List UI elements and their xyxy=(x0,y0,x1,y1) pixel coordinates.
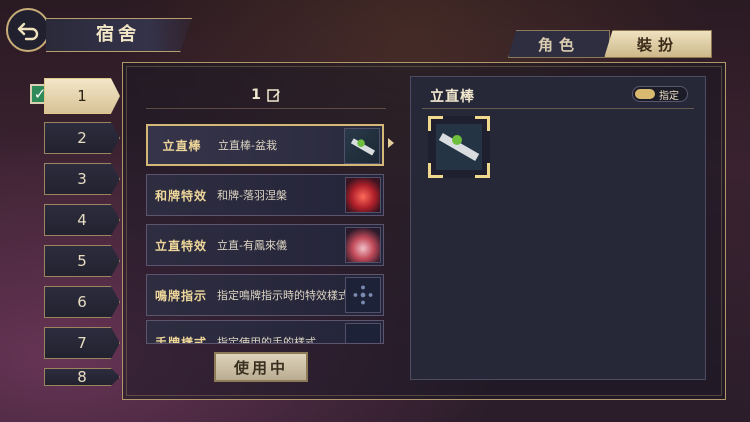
item-name: 和牌-落羽涅槃 xyxy=(217,189,287,202)
item-category: 手牌樣式 xyxy=(154,335,207,344)
slot-4-button[interactable]: 4 xyxy=(44,204,120,236)
riichi-effect-phoenix-icon xyxy=(345,227,381,263)
slot-3-button[interactable]: 3 xyxy=(44,163,120,195)
item-name: 指定使用的手的樣式 xyxy=(217,336,316,344)
tab-character[interactable]: 角色 xyxy=(508,30,610,58)
item-name: 立直棒-盆栽 xyxy=(218,139,277,152)
selected-arrow-icon xyxy=(388,138,394,148)
preset-header[interactable]: 1 xyxy=(146,82,386,109)
page-title: 宿舍 xyxy=(96,24,140,45)
tab-dressup[interactable]: 裝扮 xyxy=(604,30,712,58)
item-name: 指定鳴牌指示時的特效樣式 xyxy=(217,289,349,302)
slot-7-button[interactable]: 7 xyxy=(44,327,120,359)
back-button[interactable] xyxy=(6,8,50,52)
item-category: 鳴牌指示 xyxy=(154,288,207,303)
item-row-hand-style[interactable]: 手牌樣式 指定使用的手的樣式 xyxy=(146,320,384,344)
in-use-button[interactable]: 使用中 xyxy=(214,352,308,382)
slot-2-button[interactable]: 2 xyxy=(44,122,120,154)
win-effect-phoenix-icon xyxy=(345,177,381,213)
preview-item-slot[interactable] xyxy=(428,116,490,178)
assign-toggle[interactable]: 指定 xyxy=(632,86,688,102)
slot-5-button[interactable]: 5 xyxy=(44,245,120,277)
item-row-call-indicator[interactable]: 鳴牌指示 指定鳴牌指示時的特效樣式 xyxy=(146,274,384,316)
item-row-riichi-stick[interactable]: 立直棒 立直棒-盆栽 xyxy=(146,124,384,166)
item-category: 立直棒 xyxy=(162,138,202,153)
slot-8-button[interactable]: 8 xyxy=(44,368,120,386)
slot-6-button[interactable]: 6 xyxy=(44,286,120,318)
slot-1-button[interactable]: 1 xyxy=(44,78,120,114)
item-row-win-effect[interactable]: 和牌特效 和牌-落羽涅槃 xyxy=(146,174,384,216)
toggle-switch-icon xyxy=(635,89,655,99)
item-row-riichi-effect[interactable]: 立直特效 立直-有鳳來儀 xyxy=(146,224,384,266)
preview-title: 立直棒 xyxy=(430,89,475,105)
hand-style-icon xyxy=(345,323,381,343)
riichi-stick-bonsai-icon xyxy=(344,128,380,164)
divider xyxy=(422,108,694,109)
item-category: 和牌特效 xyxy=(154,188,207,203)
assign-label: 指定 xyxy=(659,90,679,102)
call-indicator-icon xyxy=(345,277,381,313)
back-arrow-icon xyxy=(17,22,39,41)
item-category: 立直特效 xyxy=(154,238,207,253)
item-name: 立直-有鳳來儀 xyxy=(217,239,287,252)
edit-icon[interactable] xyxy=(267,88,281,102)
preset-label: 1 xyxy=(251,87,261,103)
